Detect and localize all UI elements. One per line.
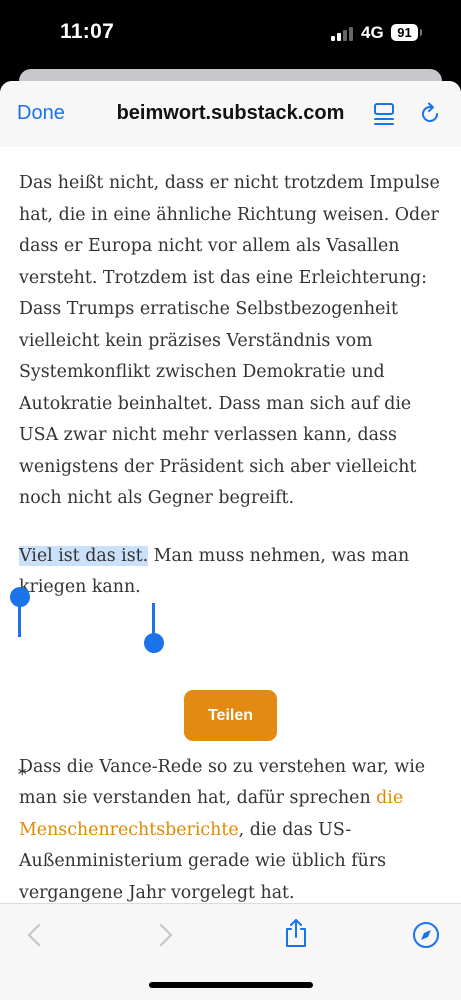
- paragraph: Viel ist das ist. Man muss nehmen, was m…: [19, 541, 444, 604]
- selection-end-knob[interactable]: [144, 633, 164, 653]
- share-icon[interactable]: [283, 918, 309, 953]
- selection-end-handle[interactable]: [152, 603, 155, 637]
- home-indicator[interactable]: [149, 982, 313, 988]
- section-separator: *: [18, 765, 27, 785]
- reload-icon[interactable]: [418, 102, 442, 131]
- paragraph: Dass die Vance-Rede so zu verstehen war,…: [19, 752, 444, 904]
- selection-start-knob[interactable]: [10, 587, 30, 607]
- chevron-right-icon[interactable]: [156, 922, 176, 953]
- done-button[interactable]: Done: [17, 102, 65, 125]
- compass-icon[interactable]: [412, 921, 440, 954]
- article-content[interactable]: Das heißt nicht, dass er nicht trotzdem …: [0, 147, 461, 903]
- share-button[interactable]: Teilen: [184, 690, 277, 741]
- paragraph-text: Dass die Vance-Rede so zu verstehen war,…: [19, 756, 426, 809]
- status-time: 11:07: [60, 20, 115, 43]
- selected-text[interactable]: Viel ist das ist.: [19, 545, 149, 566]
- battery-tip: [420, 29, 422, 36]
- cellular-signal-icon: [331, 27, 355, 41]
- paragraph: Das heißt nicht, dass er nicht trotzdem …: [19, 173, 440, 508]
- reader-view-icon[interactable]: [373, 102, 395, 131]
- article-body: Das heißt nicht, dass er nicht trotzdem …: [19, 168, 444, 903]
- selection-start-handle[interactable]: [18, 603, 21, 637]
- chevron-left-icon[interactable]: [24, 922, 44, 953]
- browser-sheet: beimwort.substack.com Done Das heißt nic…: [0, 81, 461, 1000]
- battery-icon: 91: [391, 24, 418, 41]
- network-type: 4G: [361, 23, 384, 42]
- status-bar: 11:07 4G 91: [0, 0, 461, 70]
- nav-bar: beimwort.substack.com Done: [0, 81, 461, 148]
